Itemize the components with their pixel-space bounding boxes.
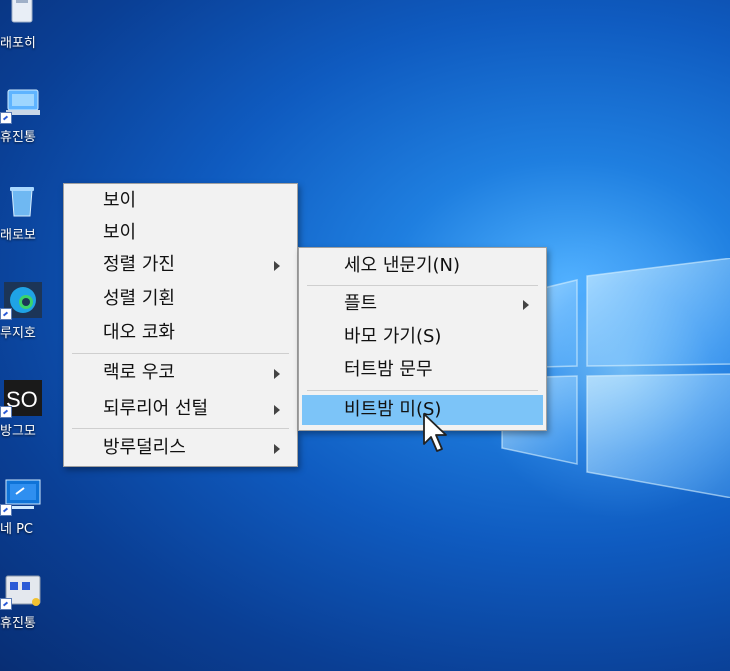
menu-separator <box>307 390 538 391</box>
submenu-arrow-icon <box>274 369 280 379</box>
desktop-icon-edge[interactable]: 루지호 <box>0 282 52 362</box>
shortcut-arrow-icon <box>0 598 12 610</box>
context-menu-item[interactable]: 보이 <box>67 186 294 216</box>
context-menu-item-submenu[interactable]: 랙로 우코 <box>67 358 294 388</box>
submenu-item[interactable]: 터트밤 문무 <box>302 355 543 385</box>
recycle-bin-icon <box>11 0 33 23</box>
desktop-icon-label: 휴진통 <box>0 616 36 631</box>
desktop-icon-label: 래포히 <box>0 36 36 51</box>
menu-item-label: 정렬 가진 <box>103 254 175 275</box>
context-menu-item[interactable]: 대오 코화 <box>67 318 294 348</box>
context-menu-item[interactable]: 보이 <box>67 218 294 248</box>
desktop-icon-this-pc[interactable]: 네 PC <box>0 478 52 558</box>
shortcut-arrow-icon <box>0 504 12 516</box>
desktop[interactable]: 래포히 휴진통 래로보 루지호 SO 방그모 네 PC 휴진통 보이 보이 정렬… <box>0 0 730 671</box>
menu-separator <box>72 353 289 354</box>
trash-can-icon <box>10 187 34 217</box>
submenu-item[interactable]: 바모 가기(S) <box>302 322 543 352</box>
menu-item-label: 방루덜리스 <box>103 437 186 458</box>
context-menu-item-submenu[interactable]: 정렬 가진 <box>67 250 294 280</box>
context-menu-item[interactable]: 성렬 기횐 <box>67 284 294 314</box>
desktop-icon-recycle[interactable]: 래로보 <box>0 184 52 264</box>
submenu-arrow-icon <box>274 261 280 271</box>
desktop-icon-app[interactable]: SO 방그모 <box>0 380 52 460</box>
desktop-icon-label: 루지호 <box>0 326 36 341</box>
menu-item-label: 세오 낸문기(N) <box>344 255 461 276</box>
submenu-arrow-icon <box>274 405 280 415</box>
desktop-icon-label: 네 PC <box>0 522 34 537</box>
shortcut-arrow-icon <box>0 406 12 418</box>
submenu-arrow-icon <box>274 444 280 454</box>
desktop-icon-network[interactable]: 휴진통 <box>0 86 52 166</box>
submenu-item[interactable]: 세오 낸문기(N) <box>302 251 543 281</box>
desktop-icon-control-panel[interactable]: 휴진통 <box>0 572 52 652</box>
context-menu-item-submenu[interactable]: 되루리어 선털 <box>67 394 294 424</box>
menu-item-label: 보이 <box>103 190 137 211</box>
menu-item-label: 보이 <box>103 222 137 243</box>
new-submenu: 세오 낸문기(N) 플트 바모 가기(S) 터트밤 문무 비트밤 미(S) <box>298 247 547 431</box>
mouse-pointer-icon <box>423 413 447 452</box>
menu-separator <box>72 428 289 429</box>
menu-separator <box>307 285 538 286</box>
menu-item-label: 터트밤 문무 <box>344 359 433 380</box>
desktop-icon-label: 래로보 <box>0 228 36 243</box>
menu-item-label: 성렬 기횐 <box>103 288 175 309</box>
desktop-context-menu: 보이 보이 정렬 가진 성렬 기횐 대오 코화 랙로 우코 되루리어 선털 방루… <box>63 183 298 467</box>
desktop-icon-label: 휴진통 <box>0 130 36 145</box>
desktop-icon-label: 방그모 <box>0 424 36 439</box>
shortcut-arrow-icon <box>0 308 12 320</box>
menu-item-label: 랙로 우코 <box>103 362 175 383</box>
menu-item-label: 바모 가기(S) <box>344 326 442 347</box>
context-menu-item-submenu[interactable]: 방루덜리스 <box>67 433 294 463</box>
submenu-item-folder[interactable]: 플트 <box>302 289 543 319</box>
menu-item-label: 대오 코화 <box>103 322 175 343</box>
menu-item-label: 플트 <box>344 293 378 314</box>
desktop-icon-recycle-bin[interactable]: 래포히 <box>0 0 52 72</box>
shortcut-arrow-icon <box>0 112 12 124</box>
submenu-arrow-icon <box>523 300 529 310</box>
menu-item-label: 되루리어 선털 <box>103 398 209 419</box>
